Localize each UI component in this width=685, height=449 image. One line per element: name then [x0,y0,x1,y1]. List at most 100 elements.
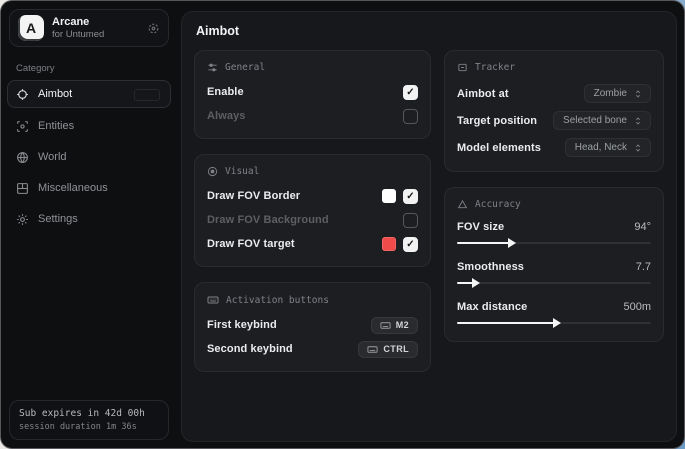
general-card-header: General [207,62,418,73]
crosshair-icon [16,88,29,101]
max-distance-value: 500m [623,301,651,313]
app-name: Arcane [52,16,139,29]
sidebar: A Arcane for Untumed Category [1,1,177,448]
sidebar-item-aimbot[interactable]: Aimbot [7,80,171,108]
dropdown-value: Selected bone [563,115,627,126]
section-title: Activation buttons [226,295,329,306]
general-card: General Enable ✓ Always [194,50,431,139]
left-column: General Enable ✓ Always [194,50,431,387]
box-select-icon [457,62,468,73]
always-checkbox[interactable] [403,109,418,124]
subscription-status-card: Sub expires in 42d 00h session duration … [9,400,169,440]
model-elements-dropdown[interactable]: Head, Neck [565,138,651,157]
fov-target-color-swatch[interactable] [382,237,396,251]
setting-row-fov-size: FOV size 94° [457,218,651,248]
tracker-card-header: Tracker [457,62,651,73]
app-logo-card: A Arcane for Untumed [9,9,169,47]
target-position-dropdown[interactable]: Selected bone [553,111,651,130]
slider-thumb[interactable] [472,278,480,288]
visual-card-header: Visual [207,166,418,177]
activation-card: Activation buttons First keybind M2 [194,282,431,372]
setting-row-second-keybind: Second keybind CTRL [207,338,418,360]
sidebar-item-settings[interactable]: Settings [7,206,171,232]
sidebar-item-label: World [38,151,67,163]
globe-icon [16,151,29,164]
chevrons-up-down-icon [633,89,643,99]
triangle-icon [457,199,468,210]
category-label: Category [16,63,177,74]
fov-target-checkbox[interactable]: ✓ [403,237,418,252]
desktop-background: A Arcane for Untumed Category [0,0,685,449]
keybind-value: M2 [396,320,409,330]
grid-icon [16,182,29,195]
section-title: Tracker [475,62,515,73]
setting-row-first-keybind: First keybind M2 [207,314,418,336]
setting-row-smoothness: Smoothness 7.7 [457,258,651,288]
fov-border-checkbox[interactable]: ✓ [403,189,418,204]
visual-card: Visual Draw FOV Border ✓ Draw FOV Backgr… [194,154,431,267]
chevrons-up-down-icon [633,116,643,126]
keybind-value: CTRL [383,344,409,354]
accuracy-card-header: Accuracy [457,199,651,210]
sidebar-item-label: Entities [38,120,74,132]
sidebar-item-miscellaneous[interactable]: Miscellaneous [7,175,171,201]
sidebar-nav: Aimbot Entities [1,80,177,237]
keyboard-icon [380,320,391,331]
second-keybind-button[interactable]: CTRL [358,341,418,358]
main-panel: Aimbot General [181,11,677,442]
sidebar-item-label: Miscellaneous [38,182,108,194]
aimbot-at-dropdown[interactable]: Zombie [584,84,651,103]
setting-row-max-distance: Max distance 500m [457,298,651,328]
setting-row-fov-background: Draw FOV Background [207,209,418,231]
scan-icon [16,120,29,133]
keyboard-icon [367,344,378,355]
setting-row-fov-target: Draw FOV target ✓ [207,233,418,255]
dropdown-value: Head, Neck [575,142,627,153]
slider-fill [457,242,509,244]
accuracy-card: Accuracy FOV size 94° [444,187,664,342]
sync-icon[interactable] [147,22,160,35]
sidebar-item-world[interactable]: World [7,144,171,170]
smoothness-value: 7.7 [636,261,651,273]
right-column: Tracker Aimbot at Zombie [444,50,664,357]
tracker-card: Tracker Aimbot at Zombie [444,50,664,172]
slider-track [457,282,651,284]
sliders-icon [207,62,218,73]
slider-fill [457,322,554,324]
sidebar-item-entities[interactable]: Entities [7,113,171,139]
setting-row-target-position: Target position Selected bone [457,108,651,133]
keyboard-icon [207,294,219,306]
slider-thumb[interactable] [508,238,516,248]
aperture-icon [207,166,218,177]
setting-row-aimbot-at: Aimbot at Zombie [457,81,651,106]
section-title: Accuracy [475,199,521,210]
chevrons-up-down-icon [633,143,643,153]
slider-thumb[interactable] [553,318,561,328]
app-subtitle: for Untumed [52,29,139,40]
setting-row-enable: Enable ✓ [207,81,418,103]
smoothness-slider[interactable] [457,278,651,288]
sub-expiry-text: Sub expires in 42d 00h [19,408,159,419]
first-keybind-button[interactable]: M2 [371,317,418,334]
fov-border-color-swatch[interactable] [382,189,396,203]
activation-card-header: Activation buttons [207,294,418,306]
page-title: Aimbot [196,24,664,38]
faint-keybind-hint [134,89,160,101]
dropdown-value: Zombie [594,88,627,99]
fov-size-slider[interactable] [457,238,651,248]
setting-row-model-elements: Model elements Head, Neck [457,135,651,160]
slider-fill [457,282,473,284]
fov-size-value: 94° [634,221,651,233]
sidebar-item-label: Aimbot [38,88,72,100]
gear-icon [16,213,29,226]
app-window: A Arcane for Untumed Category [0,0,685,449]
max-distance-slider[interactable] [457,318,651,328]
section-title: Visual [225,166,259,177]
fov-background-checkbox[interactable] [403,213,418,228]
sidebar-item-label: Settings [38,213,78,225]
session-duration-text: session duration 1m 36s [19,422,159,432]
app-logo-letter: A [26,20,36,36]
app-logo: A [18,15,44,41]
setting-row-fov-border: Draw FOV Border ✓ [207,185,418,207]
enable-checkbox[interactable]: ✓ [403,85,418,100]
